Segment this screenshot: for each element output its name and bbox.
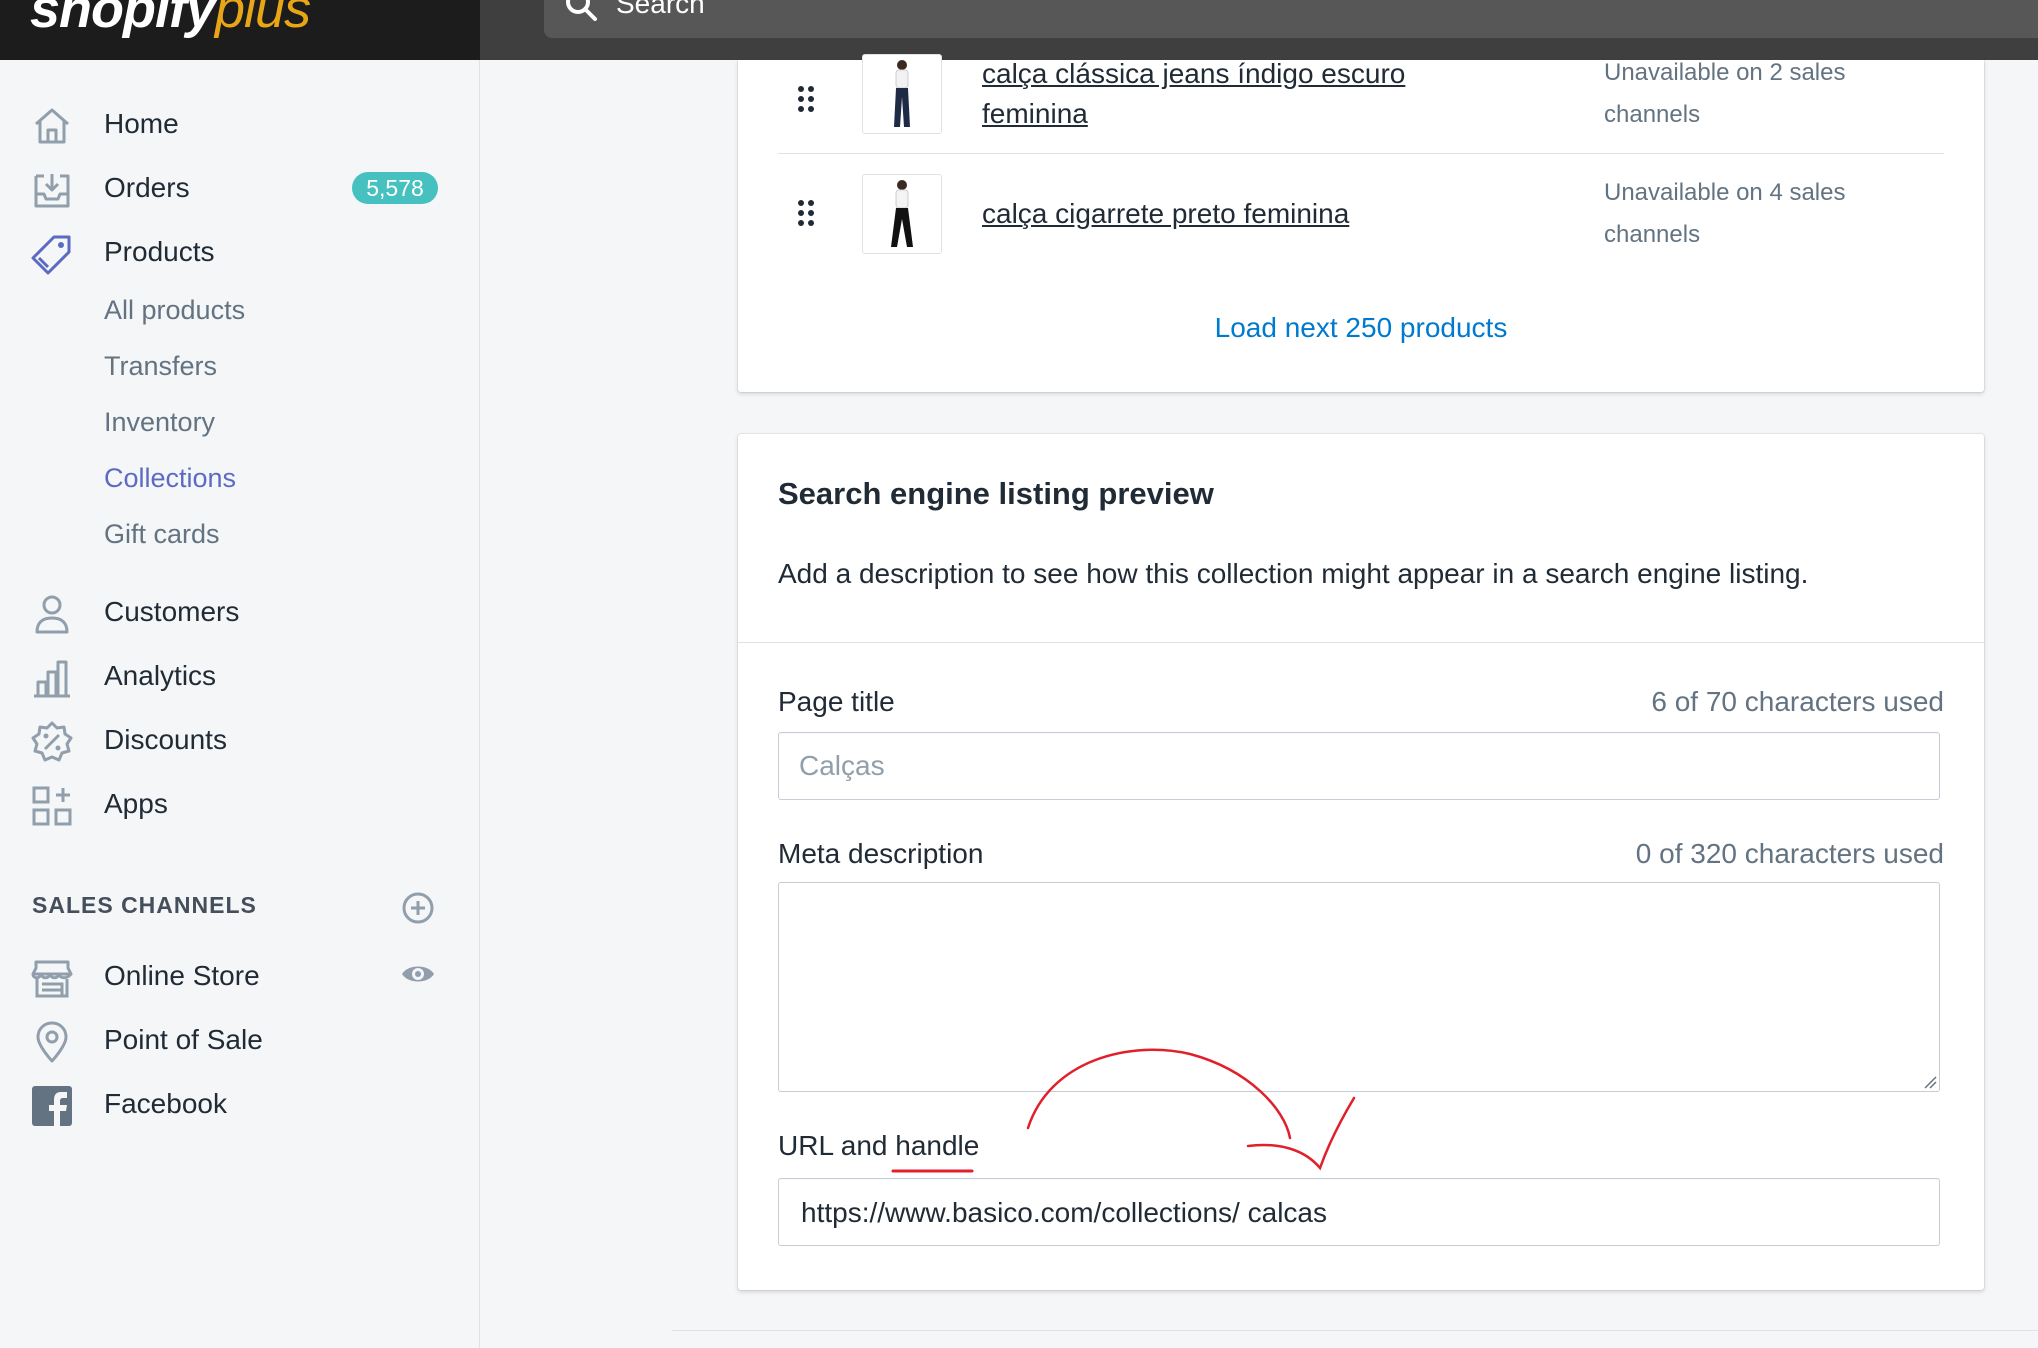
product-thumbnail xyxy=(862,54,942,134)
sidebar-item-analytics[interactable]: Analytics xyxy=(0,648,479,704)
search-input[interactable]: Search xyxy=(544,0,2038,38)
sidebar-subitem-gift-cards[interactable]: Gift cards xyxy=(104,516,220,552)
tag-icon xyxy=(31,235,71,275)
collection-products-card: calça clássica jeans índigo escuro femin… xyxy=(738,54,1984,392)
orders-count-badge: 5,578 xyxy=(352,172,438,204)
url-handle-input[interactable]: https://www.basico.com/collections/ calc… xyxy=(778,1178,1940,1246)
sidebar-item-customers[interactable]: Customers xyxy=(0,584,479,640)
product-image xyxy=(894,60,910,127)
sidebar-item-label: Products xyxy=(104,236,215,267)
seo-card-title: Search engine listing preview xyxy=(778,476,1214,511)
card-divider xyxy=(738,642,1984,643)
drag-handle-icon[interactable] xyxy=(796,84,816,114)
sidebar-item-label: Apps xyxy=(104,788,168,819)
sidebar: Home Orders 5,578 Products All products … xyxy=(0,60,480,1348)
meta-description-textarea[interactable] xyxy=(778,882,1940,1092)
url-handle-label: URL and handle xyxy=(778,1130,980,1161)
sidebar-item-apps[interactable]: Apps xyxy=(0,776,479,832)
meta-description-char-count: 0 of 320 characters used xyxy=(1635,838,1944,869)
meta-description-label: Meta description xyxy=(778,838,984,869)
load-next-products-button[interactable]: Load next 250 products xyxy=(738,312,1984,344)
sidebar-item-label: Customers xyxy=(104,596,240,627)
product-thumbnail xyxy=(862,174,942,254)
page-title-label: Page title xyxy=(778,686,895,717)
search-icon xyxy=(566,0,597,21)
sidebar-item-label: Home xyxy=(104,108,179,139)
url-handle-value: https://www.basico.com/collections/ calc… xyxy=(801,1197,1327,1228)
product-availability-status: Unavailable on 4 sales channels xyxy=(1604,179,1846,248)
sidebar-subitem-all-products[interactable]: All products xyxy=(104,292,245,328)
seo-card: Search engine listing preview Add a desc… xyxy=(738,434,1984,1290)
apps-icon xyxy=(32,786,72,826)
resize-handle-icon[interactable] xyxy=(1923,1075,1937,1089)
page-title-input[interactable] xyxy=(778,732,1940,800)
orders-icon xyxy=(34,174,70,208)
top-bar: shopifyplus Search xyxy=(0,0,2038,60)
sidebar-subitem-transfers[interactable]: Transfers xyxy=(104,348,217,384)
logo[interactable]: shopifyplus xyxy=(0,0,480,60)
sidebar-item-label: Online Store xyxy=(104,960,260,991)
bar-chart-icon xyxy=(34,660,70,698)
person-icon xyxy=(35,595,69,634)
search-placeholder: Search xyxy=(616,0,705,19)
sidebar-subitem-collections[interactable]: Collections xyxy=(104,460,236,496)
sidebar-item-label: Orders xyxy=(104,172,190,203)
product-availability-status: Unavailable on 2 sales channels xyxy=(1604,59,1846,128)
sidebar-item-label: Analytics xyxy=(104,660,217,691)
product-name-link[interactable]: calça clássica jeans índigo escuro femin… xyxy=(982,54,1502,134)
sidebar-item-home[interactable]: Home xyxy=(0,96,479,152)
sidebar-item-facebook[interactable]: Facebook xyxy=(0,1076,479,1132)
sidebar-item-label: Discounts xyxy=(104,724,227,755)
discount-icon xyxy=(31,721,73,762)
page-divider xyxy=(672,1330,2038,1331)
sidebar-item-point-of-sale[interactable]: Point of Sale xyxy=(0,1012,479,1068)
sidebar-item-products[interactable]: Products xyxy=(0,224,479,280)
row-divider xyxy=(778,153,1944,154)
store-icon xyxy=(31,960,73,998)
sidebar-item-label: Facebook xyxy=(104,1088,227,1119)
logo-text: shopifyplus xyxy=(30,0,311,39)
sidebar-item-label: Point of Sale xyxy=(104,1024,263,1055)
sidebar-item-discounts[interactable]: Discounts xyxy=(0,712,479,768)
view-store-eye-icon[interactable] xyxy=(400,958,436,990)
product-image xyxy=(891,180,913,247)
sidebar-subitem-inventory[interactable]: Inventory xyxy=(104,404,215,440)
sales-channels-heading: SALES CHANNELS xyxy=(32,892,257,918)
add-sales-channel-icon[interactable] xyxy=(400,890,436,926)
facebook-icon xyxy=(32,1086,72,1126)
home-icon xyxy=(35,108,69,144)
seo-card-description: Add a description to see how this collec… xyxy=(778,558,1809,589)
location-pin-icon xyxy=(36,1021,68,1063)
drag-handle-icon[interactable] xyxy=(796,198,816,228)
page-title-char-count: 6 of 70 characters used xyxy=(1651,686,1944,717)
product-name-link[interactable]: calça cigarrete preto feminina xyxy=(982,194,1502,234)
